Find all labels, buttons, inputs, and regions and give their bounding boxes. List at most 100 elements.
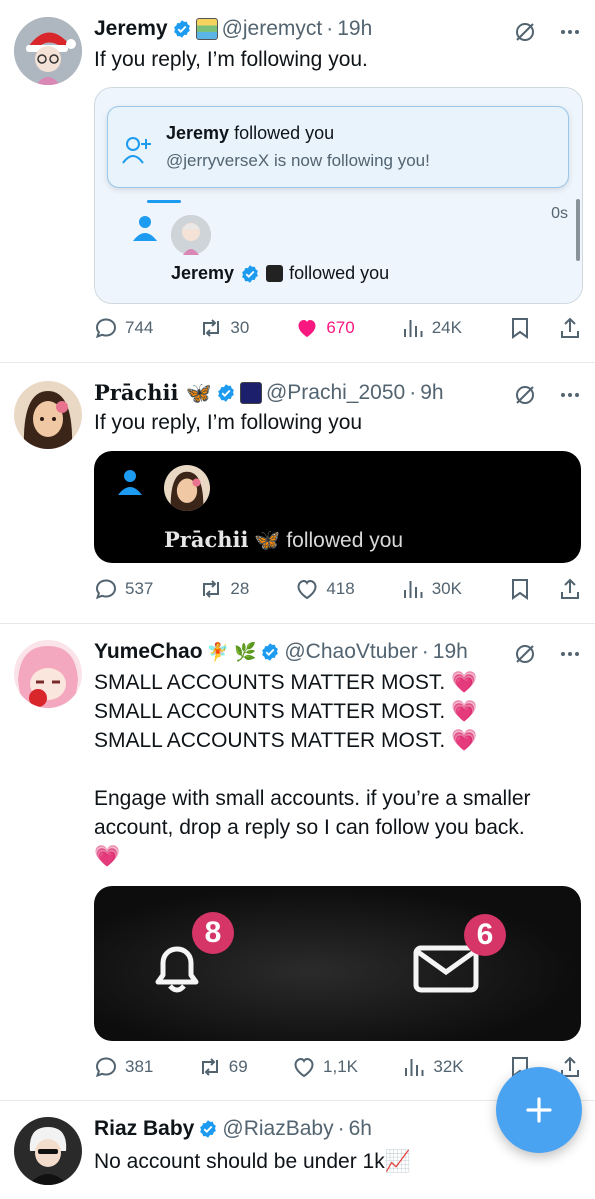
compose-button[interactable] <box>496 1067 582 1153</box>
display-name[interactable]: Jeremy <box>94 17 168 41</box>
handle[interactable]: @RiazBaby <box>222 1117 333 1141</box>
slashed-circle-icon[interactable] <box>513 20 537 44</box>
tweet-actions: 537 28 418 30K <box>94 577 582 601</box>
views-button[interactable]: 24K <box>401 316 462 340</box>
butterfly-emoji: 🦋 <box>185 380 212 405</box>
more-icon[interactable] <box>559 21 581 43</box>
repost-button[interactable]: 28 <box>199 577 249 601</box>
bookmark-icon[interactable] <box>508 577 532 601</box>
repost-button[interactable]: 69 <box>198 1055 248 1079</box>
display-name[interactable]: Riaz Baby <box>94 1117 194 1141</box>
tweet-text: SMALL ACCOUNTS MATTER MOST. 💗 SMALL ACCO… <box>94 668 582 871</box>
repost-icon <box>203 580 220 598</box>
timestamp[interactable]: 9h <box>420 381 443 405</box>
scroll-indicator <box>147 200 181 203</box>
views-button[interactable]: 32K <box>402 1055 464 1079</box>
row-avatar <box>171 215 211 255</box>
tweet-prachi[interactable]: Prāchii 🦋 @Prachi_2050 · 9h If you reply, … <box>0 363 595 623</box>
reply-count: 744 <box>125 318 154 337</box>
add-person-icon <box>122 137 151 164</box>
views-count: 30K <box>431 579 462 598</box>
repost-button[interactable]: 30 <box>199 316 249 340</box>
text-line: SMALL ACCOUNTS MATTER MOST. 💗 <box>94 726 582 755</box>
avatar[interactable] <box>14 1117 82 1185</box>
timestamp[interactable]: 19h <box>337 17 372 41</box>
share-icon[interactable] <box>558 577 582 601</box>
reply-icon <box>95 1057 117 1078</box>
avatar[interactable] <box>14 17 82 85</box>
bell-badge: 8 <box>192 912 234 954</box>
toast-subtitle: @jerryverseX is now following you! <box>166 151 430 170</box>
bookmark-icon[interactable] <box>508 316 532 340</box>
verified-badge-icon <box>262 643 279 661</box>
like-button[interactable]: 1,1K <box>292 1055 358 1079</box>
views-icon <box>403 581 423 598</box>
reply-button[interactable]: 381 <box>94 1055 153 1079</box>
tweet-yumechao[interactable]: YumeChao 🧚 🌿 @ChaoVtuber · 19h SMALL ACCOU… <box>0 624 595 1100</box>
tweet-media[interactable]: Jeremy followed you @jerryverseX is now … <box>94 87 583 304</box>
row-name: Jeremy <box>171 263 235 283</box>
reply-button[interactable]: 537 <box>94 577 153 601</box>
views-icon <box>403 320 423 337</box>
repost-count: 30 <box>230 318 250 337</box>
share-icon[interactable] <box>558 316 582 340</box>
tweet-header-actions <box>513 642 581 666</box>
text-line: SMALL ACCOUNTS MATTER MOST. 💗 <box>94 668 582 697</box>
reply-count: 381 <box>125 1057 154 1076</box>
tweet-text: If you reply, I’m following you <box>94 411 363 434</box>
row-action: followed you <box>286 529 404 552</box>
like-count: 670 <box>326 318 355 337</box>
repost-count: 28 <box>230 579 250 598</box>
heart-icon <box>294 1057 314 1078</box>
mail-badge: 6 <box>464 914 506 956</box>
tweet-media[interactable]: Prāchii 🦋 followed you <box>94 451 581 563</box>
notification-row: 0s Jeremy followed you <box>95 199 582 303</box>
verified-badge-icon <box>200 1120 217 1138</box>
more-icon[interactable] <box>559 643 581 665</box>
scrollbar[interactable] <box>576 199 580 261</box>
separator-dot: · <box>421 640 429 663</box>
views-button[interactable]: 30K <box>401 577 462 601</box>
tweet-actions: 744 30 670 24K <box>94 316 582 340</box>
views-icon <box>405 1059 424 1076</box>
tweet-header: Riaz Baby @RiazBaby · 6h <box>94 1117 372 1141</box>
reply-count: 537 <box>125 579 154 598</box>
like-button[interactable]: 670 <box>295 316 355 340</box>
slashed-circle-icon[interactable] <box>513 642 537 666</box>
like-count: 1,1K <box>323 1057 358 1076</box>
handle[interactable]: @jeremyct <box>222 17 323 41</box>
verified-badge-icon <box>173 20 190 38</box>
tweet-media[interactable]: 8 6 <box>94 886 581 1041</box>
tweet-text: No account should be under 1k📈 <box>94 1147 582 1176</box>
butterfly-emoji: 🦋 <box>254 529 281 552</box>
toast-name: Jeremy <box>166 123 230 143</box>
row-name: Prāchii <box>164 527 249 552</box>
heart-emoji: 💗 <box>94 845 121 868</box>
avatar[interactable] <box>14 640 82 708</box>
row-text: Prāchii 🦋 followed you <box>164 527 403 553</box>
row-avatar <box>164 465 210 511</box>
heart-emoji: 💗 <box>451 671 478 694</box>
slashed-circle-icon[interactable] <box>513 383 537 407</box>
like-button[interactable]: 418 <box>295 577 355 601</box>
heart-icon <box>298 320 316 337</box>
views-count: 32K <box>433 1057 464 1076</box>
avatar[interactable] <box>14 381 82 449</box>
timestamp[interactable]: 19h <box>433 640 468 664</box>
verified-badge-icon <box>218 384 234 402</box>
timestamp[interactable]: 6h <box>349 1117 372 1141</box>
affiliate-badge-icon <box>195 18 218 40</box>
tweet-jeremy[interactable]: Jeremy @jeremyct · 19h If you reply, I’m f… <box>0 0 595 362</box>
reply-button[interactable]: 744 <box>94 316 153 340</box>
tweet-header: Prāchii 🦋 @Prachi_2050 · 9h <box>94 380 444 406</box>
handle[interactable]: @ChaoVtuber <box>284 640 417 664</box>
display-name[interactable]: Prāchii 🦋 <box>94 380 212 406</box>
text-line-content: SMALL ACCOUNTS MATTER MOST. <box>94 700 446 723</box>
tweet-header: Jeremy @jeremyct · 19h <box>94 17 372 41</box>
display-name[interactable]: YumeChao <box>94 640 203 664</box>
row-text: Jeremy followed you <box>171 263 389 284</box>
affiliate-badge-icon <box>239 382 262 404</box>
reply-icon <box>95 579 117 600</box>
more-icon[interactable] <box>559 384 581 406</box>
handle[interactable]: @Prachi_2050 <box>266 381 405 405</box>
